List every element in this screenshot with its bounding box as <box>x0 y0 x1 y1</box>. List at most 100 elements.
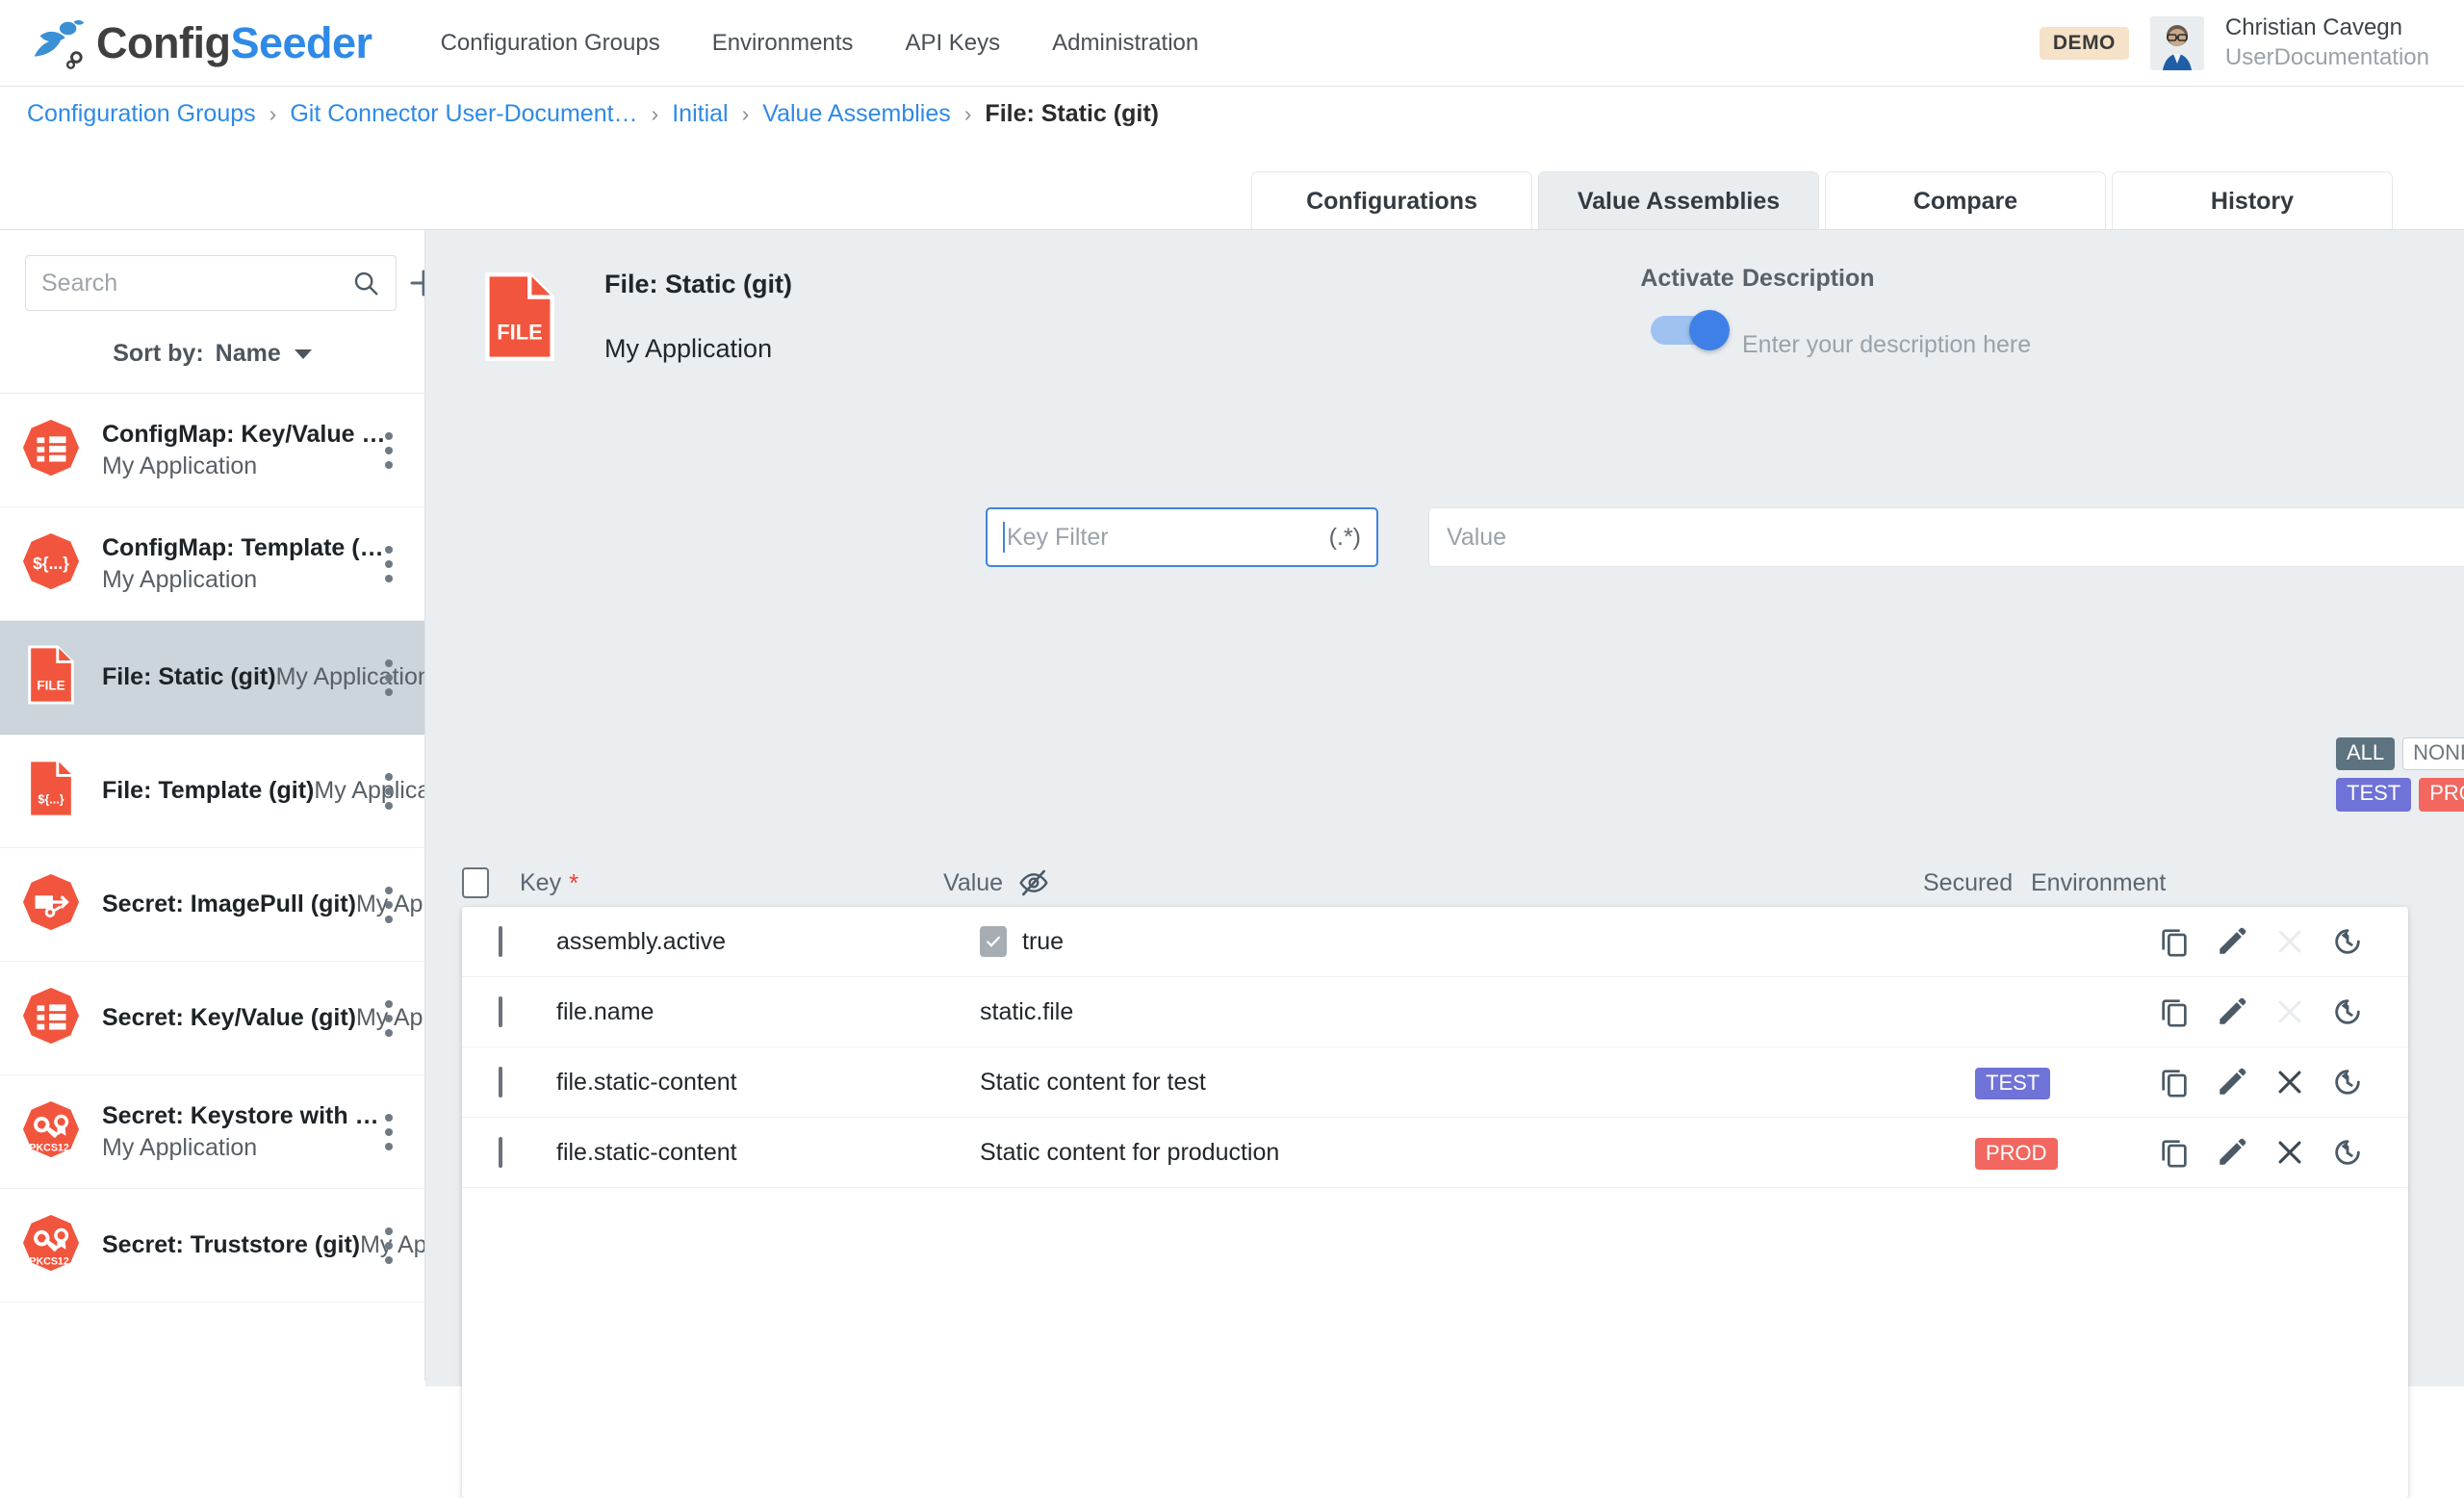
sidebar-item-menu-button[interactable] <box>367 772 411 810</box>
row-select-cell <box>462 1136 556 1168</box>
sidebar-item-file-template-git[interactable]: ${...} File: Template (git)My Application <box>0 735 424 848</box>
configseeder-logo-icon <box>34 19 85 69</box>
sidebar-item-menu-button[interactable] <box>367 659 411 696</box>
tab-value-assemblies[interactable]: Value Assemblies <box>1538 171 1819 231</box>
sort-control[interactable]: Sort by: Name <box>0 311 424 394</box>
row-value-cell: Static content for test <box>980 1069 1867 1097</box>
nav-item-administration[interactable]: Administration <box>1026 30 1224 57</box>
value-filter-input[interactable] <box>1447 523 2464 552</box>
add-assembly-button[interactable] <box>406 255 424 311</box>
nav-item-configuration-groups[interactable]: Configuration Groups <box>415 30 686 57</box>
column-header-value[interactable]: Value <box>943 867 1923 898</box>
history-restore-icon[interactable] <box>2331 1136 2364 1169</box>
key-filter-regex-hint: (.*) <box>1328 523 1361 551</box>
search-icon[interactable] <box>351 269 380 297</box>
sidebar-item-secret-truststore-git[interactable]: PKCS12 Secret: Truststore (git)My Applica… <box>0 1189 424 1303</box>
row-environment-cell: TEST <box>1975 1067 2158 1099</box>
secret-keystore-icon: PKCS12 <box>21 1099 81 1164</box>
eye-off-icon[interactable] <box>1018 867 1049 898</box>
nav-item-api-keys[interactable]: API Keys <box>879 30 1026 57</box>
history-restore-icon[interactable] <box>2331 1066 2364 1098</box>
breadcrumb: Configuration Groups › Git Connector Use… <box>0 87 2464 141</box>
sidebar-item-secret-key-value-git[interactable]: Secret: Key/Value (git)My Application <box>0 962 424 1075</box>
breadcrumb-separator-icon: › <box>651 100 659 126</box>
avatar[interactable] <box>2149 16 2204 70</box>
sidebar-item-label: Secret: ImagePull (git) <box>102 891 356 917</box>
sidebar-item-secret-imagepull-git[interactable]: Secret: ImagePull (git)My Application <box>0 848 424 962</box>
copy-icon[interactable] <box>2158 1136 2191 1169</box>
row-value-cell: true <box>980 926 1867 957</box>
copy-icon[interactable] <box>2158 995 2191 1028</box>
copy-icon[interactable] <box>2158 1066 2191 1098</box>
sidebar-item-texts: ConfigMap: Template (… My Application <box>102 532 384 596</box>
sidebar-item-menu-button[interactable] <box>367 886 411 923</box>
row-value: static.file <box>980 997 1074 1025</box>
row-environment-badge: PROD <box>1975 1137 2058 1170</box>
sidebar-item-label: ConfigMap: Template (… <box>102 533 384 561</box>
sidebar-item-configmap-template[interactable]: ${...} ConfigMap: Template (… My Applicati… <box>0 507 424 621</box>
row-actions <box>2158 995 2408 1028</box>
sidebar-item-menu-button[interactable] <box>367 545 411 582</box>
delete-x-icon[interactable] <box>2273 1136 2306 1169</box>
env-filter-chip-none[interactable]: NONE <box>2402 737 2464 771</box>
sidebar-item-secret-keystore-with[interactable]: PKCS12 Secret: Keystore with … My Applicat… <box>0 1075 424 1189</box>
sidebar-item-texts: Secret: ImagePull (git)My Application <box>102 889 424 920</box>
row-actions <box>2158 1136 2408 1169</box>
history-restore-icon[interactable] <box>2331 925 2364 958</box>
nav-item-environments[interactable]: Environments <box>686 30 880 57</box>
sidebar-item-file-static-git[interactable]: FILE File: Static (git)My Application <box>0 621 424 735</box>
sidebar-item-menu-button[interactable] <box>367 999 411 1037</box>
breadcrumb-item-value-assemblies[interactable]: Value Assemblies <box>762 100 950 128</box>
select-all-checkbox[interactable] <box>462 867 489 898</box>
key-filter-box[interactable]: (.*) <box>986 507 1378 567</box>
edit-pencil-icon[interactable] <box>2216 1066 2248 1098</box>
table-row[interactable]: file.static-content Static content for pr… <box>462 1118 2408 1188</box>
app-logo[interactable]: ConfigSeeder <box>27 13 372 73</box>
row-environment-badge: TEST <box>1975 1067 2051 1099</box>
breadcrumb-item-git-connector[interactable]: Git Connector User-Document… <box>290 100 637 128</box>
history-restore-icon[interactable] <box>2331 995 2364 1028</box>
svg-text:FILE: FILE <box>37 679 64 693</box>
breadcrumb-item-configuration-groups[interactable]: Configuration Groups <box>27 100 256 128</box>
breadcrumb-item-initial[interactable]: Initial <box>672 100 728 128</box>
row-checkbox[interactable] <box>499 1066 502 1098</box>
user-identity[interactable]: Christian Cavegn UserDocumentation <box>2225 13 2429 72</box>
row-checkbox[interactable] <box>499 995 502 1027</box>
activate-toggle[interactable] <box>1651 310 1730 350</box>
column-header-secured[interactable]: Secured <box>1923 869 2031 897</box>
row-value-checkbox[interactable] <box>980 926 1007 957</box>
svg-text:${...}: ${...} <box>38 793 64 807</box>
delete-x-icon[interactable] <box>2273 1066 2306 1098</box>
tab-compare[interactable]: Compare <box>1825 171 2106 231</box>
sidebar-item-configmap-key-value[interactable]: ConfigMap: Key/Value … My Application <box>0 394 424 507</box>
column-header-key-label: Key <box>520 868 562 896</box>
table-row[interactable]: file.name static.file <box>462 977 2408 1047</box>
sidebar-item-menu-button[interactable] <box>367 431 411 469</box>
column-header-environment[interactable]: Environment <box>2031 869 2214 897</box>
key-filter-input[interactable] <box>1007 523 1322 552</box>
row-checkbox[interactable] <box>499 1136 502 1168</box>
main-content: FILE File: Static (git) My Application A… <box>425 229 2464 1498</box>
copy-icon[interactable] <box>2158 925 2191 958</box>
edit-pencil-icon[interactable] <box>2216 995 2248 1028</box>
column-header-key[interactable]: Key * <box>520 868 943 898</box>
sidebar-item-menu-button[interactable] <box>367 1227 411 1264</box>
env-filter-chip-all[interactable]: ALL <box>2336 737 2396 771</box>
description-input[interactable] <box>1742 331 2358 359</box>
sidebar-item-menu-button[interactable] <box>367 1113 411 1150</box>
search-input[interactable] <box>41 269 351 297</box>
search-box[interactable] <box>25 255 397 311</box>
edit-pencil-icon[interactable] <box>2216 1136 2248 1169</box>
row-select-cell <box>462 1066 556 1098</box>
env-filter-chip-prod[interactable]: PROD <box>2419 778 2464 812</box>
table-row[interactable]: assembly.active true <box>462 907 2408 977</box>
value-filter-box[interactable] <box>1428 507 2464 567</box>
edit-pencil-icon[interactable] <box>2216 925 2248 958</box>
tab-history[interactable]: History <box>2112 171 2393 231</box>
sidebar-item-label: Secret: Keystore with … <box>102 1101 379 1129</box>
env-filter-chip-test[interactable]: TEST <box>2336 778 2412 812</box>
breadcrumb-separator-icon: › <box>741 100 750 126</box>
row-checkbox[interactable] <box>499 925 502 957</box>
table-row[interactable]: file.static-content Static content for te… <box>462 1047 2408 1118</box>
tab-configurations[interactable]: Configurations <box>1251 171 1532 231</box>
